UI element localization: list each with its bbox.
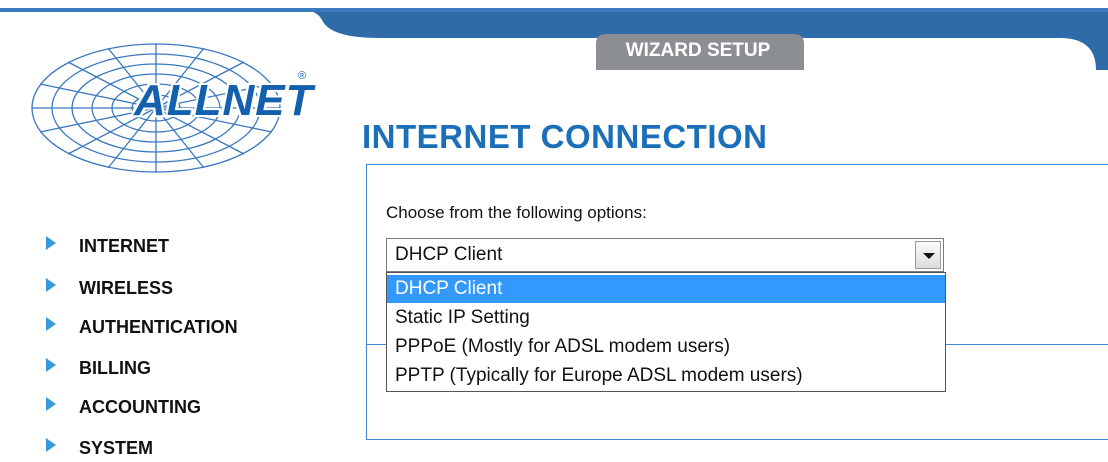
arrow-right-icon <box>46 397 56 411</box>
allnet-logo: ALLNET ® <box>28 40 314 175</box>
sidebar-item-label: INTERNET <box>79 236 169 256</box>
sidebar-item-label: WIRELESS <box>79 278 174 298</box>
option-label: DHCP Client <box>395 278 503 299</box>
sidebar-item-wireless[interactable]: WIRELESS <box>46 274 286 302</box>
page-title: INTERNET CONNECTION <box>362 118 768 155</box>
sidebar-item-label: ACCOUNTING <box>79 397 201 417</box>
connection-type-options: DHCP Client Static IP Setting PPPoE (Mos… <box>386 272 946 392</box>
registered-mark: ® <box>298 70 307 82</box>
arrow-right-icon <box>46 438 56 452</box>
sidebar-item-label: SYSTEM <box>79 438 154 458</box>
sidebar-item-internet[interactable]: INTERNET <box>46 232 286 260</box>
sidebar-item-billing[interactable]: BILLING <box>46 354 286 382</box>
tab-wizard-setup[interactable]: WIZARD SETUP <box>592 34 804 68</box>
sidebar-item-system[interactable]: SYSTEM <box>46 434 286 462</box>
arrow-right-icon <box>46 236 56 250</box>
sidebar-item-authentication[interactable]: AUTHENTICATION <box>46 313 286 341</box>
logo-wordmark: ALLNET <box>134 76 314 125</box>
option-label: PPTP (Typically for Europe ADSL modem us… <box>395 365 803 386</box>
dropdown-toggle-button[interactable] <box>915 241 941 269</box>
choose-options-label: Choose from the following options: <box>386 203 647 222</box>
option-label: Static IP Setting <box>395 307 530 328</box>
sidebar-item-accounting[interactable]: ACCOUNTING <box>46 393 286 421</box>
select-current-value: DHCP Client <box>395 244 503 265</box>
arrow-right-icon <box>46 317 56 331</box>
option-pptp[interactable]: PPTP (Typically for Europe ADSL modem us… <box>387 362 945 390</box>
arrow-right-icon <box>46 358 56 372</box>
connection-type-select[interactable]: DHCP Client <box>386 238 944 272</box>
tab-advanced-setup[interactable]: ADVANCED SETUP <box>848 34 1108 68</box>
option-static-ip[interactable]: Static IP Setting <box>387 304 945 332</box>
chevron-down-icon <box>923 253 935 259</box>
option-dhcp-client[interactable]: DHCP Client <box>387 275 945 303</box>
arrow-right-icon <box>46 278 56 292</box>
sidebar-item-label: BILLING <box>79 358 151 378</box>
option-pppoe[interactable]: PPPoE (Mostly for ADSL modem users) <box>387 333 945 361</box>
sidebar-item-label: AUTHENTICATION <box>79 317 238 337</box>
option-label: PPPoE (Mostly for ADSL modem users) <box>395 336 731 357</box>
